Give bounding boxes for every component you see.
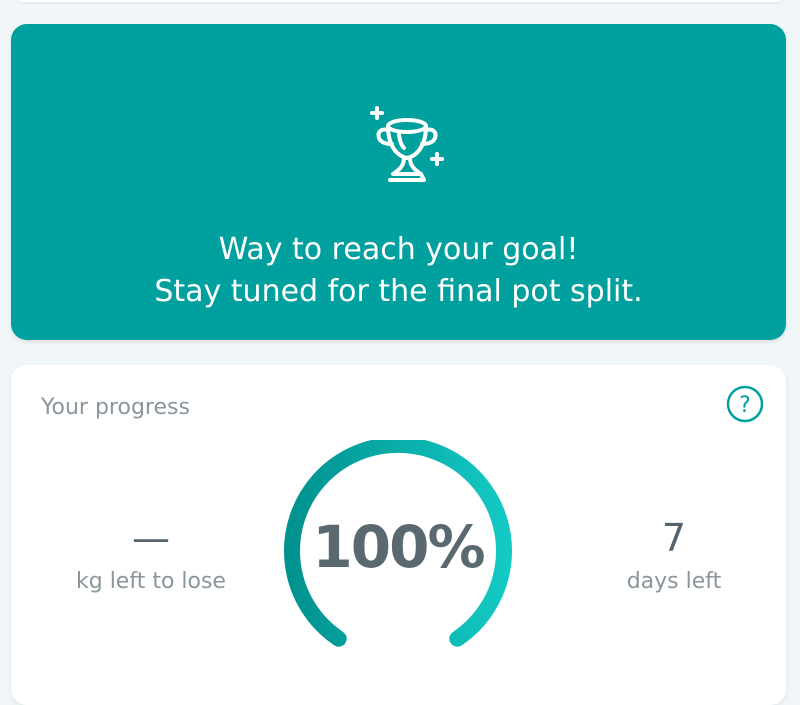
goal-message-line2: Stay tuned for the final pot split. (154, 274, 643, 309)
kg-left-stat: — kg left to lose (51, 515, 251, 594)
svg-text:?: ? (739, 393, 751, 418)
progress-card: Your progress ? — kg left to lose 100% 7… (11, 365, 786, 705)
kg-left-label: kg left to lose (76, 569, 226, 594)
days-left-label: days left (626, 569, 722, 594)
goal-reached-banner: Way to reach your goal! Stay tuned for t… (11, 24, 786, 340)
progress-title: Your progress (41, 395, 190, 420)
days-left-stat: 7 days left (574, 515, 774, 594)
days-left-value: 7 (661, 516, 687, 560)
progress-percent: 100% (312, 513, 485, 581)
goal-message: Way to reach your goal! Stay tuned for t… (11, 229, 786, 313)
kg-left-value: — (132, 516, 170, 560)
trophy-icon (370, 106, 444, 182)
help-icon[interactable]: ? (726, 385, 764, 423)
goal-message-line1: Way to reach your goal! (218, 232, 579, 267)
previous-card (12, 0, 786, 2)
